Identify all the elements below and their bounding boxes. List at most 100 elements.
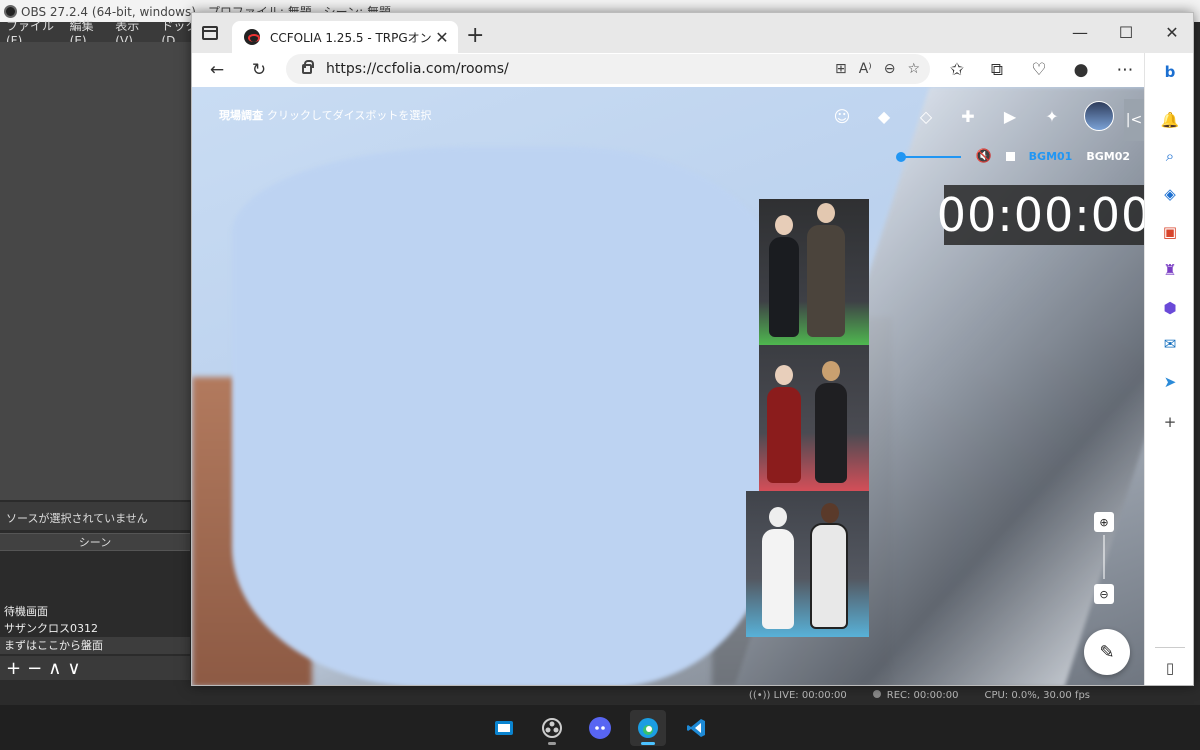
search-icon[interactable]: ⌕ [1159,145,1181,167]
volume-slider[interactable] [896,151,962,162]
profile-icon[interactable]: ● [1068,58,1094,82]
obs-rec-status: REC: 00:00:00 [872,689,958,701]
character-panel[interactable] [759,199,869,345]
taskbar-obs-icon[interactable] [534,710,570,746]
maximize-button[interactable]: ☐ [1103,13,1149,51]
zoom-icon[interactable]: ⊖ [884,61,896,77]
bgm01-button[interactable]: BGM01 [1029,150,1073,163]
edge-browser-window: CCFOLIA 1.25.5 - TRPGオンラインセ ✕ + — ☐ ✕ ← … [191,12,1194,686]
obs-scene-item[interactable]: 待機画面 [0,603,190,620]
character-figure [807,203,845,337]
tools-icon[interactable]: ▣ [1159,221,1181,243]
zoom-in-icon[interactable]: ⊕ [1094,512,1114,532]
add-comment-icon[interactable]: ✚ [958,106,978,126]
stop-icon[interactable] [1005,152,1015,161]
ccfolia-favicon-icon [244,29,260,45]
rec-dot-icon [872,689,881,698]
face-icon[interactable]: ☺ [832,106,852,126]
address-bar[interactable]: https://ccfolia.com/rooms/ ⊞ A⁾ ⊖ ☆ [286,54,930,84]
character-figure [810,503,848,629]
dicebot-instruction[interactable]: クリックしてダイスボットを選択 [267,109,431,122]
obs-scene-list: 待機画面 サザンクロス0312 まずはここから盤面 [0,551,190,655]
tab-actions-icon[interactable] [202,26,218,40]
lock-icon [302,60,314,74]
zoom-out-icon[interactable]: ⊖ [1094,584,1114,604]
add-scene-button[interactable]: + [6,658,21,679]
tab-title: CCFOLIA 1.25.5 - TRPGオンラインセ [270,30,432,45]
user-avatar[interactable] [1084,101,1114,131]
obs-menubar: ファイル(F) 編集(E) 表示(V) ドック(D [0,19,200,48]
browser-essentials-icon[interactable]: ♡ [1026,58,1052,82]
ccfolia-room-page[interactable]: 現場調査 クリックしてダイスボットを選択 ☺ ◆ ◇ ✚ ▶ ✦ |< 🔇 BGM… [192,87,1144,685]
taskbar-vscode-icon[interactable] [678,710,714,746]
obs-live-status: ((•)) LIVE: 00:00:00 [748,689,847,701]
obs-scene-item[interactable]: サザンクロス0312 [0,620,190,637]
office-icon[interactable]: ⬢ [1159,297,1181,319]
send-icon[interactable]: ➤ [1159,371,1181,393]
room-name: 現場調査 [219,109,263,122]
hide-sidebar-icon[interactable]: ▯ [1159,657,1181,679]
character-panel[interactable] [759,345,869,491]
read-aloud-icon[interactable]: A⁾ [859,61,872,77]
character-panel[interactable] [746,491,869,637]
bgm-controls: 🔇 BGM01 BGM02 [896,149,1130,164]
live-icon: ((•)) [748,689,774,701]
new-tab-button[interactable]: + [466,23,484,48]
apps-icon[interactable]: ⊞ [835,61,847,77]
room-toolbar: ☺ ◆ ◇ ✚ ▶ ✦ [832,101,1114,131]
favorites-icon[interactable]: ✩ [944,58,970,82]
browser-toolbar: ← ↻ https://ccfolia.com/rooms/ ⊞ A⁾ ⊖ ☆ … [192,53,1193,87]
taskbar-obs-studio-icon[interactable] [486,710,522,746]
favorite-star-icon[interactable]: ☆ [907,61,920,77]
back-arrow-icon[interactable]: ← [204,58,230,82]
taskbar-discord-icon[interactable] [582,710,618,746]
character-figure [762,507,794,629]
obs-scene-toolbar: + − ∧ ∨ [0,656,190,680]
sidebar-divider [1155,647,1185,648]
obs-cpu-status: CPU: 0.0%, 30.00 fps [984,689,1090,701]
collections-icon[interactable]: ⧉ [984,58,1010,82]
collapse-panel-icon[interactable]: |< [1124,99,1144,141]
url-text: https://ccfolia.com/rooms/ [326,61,509,77]
character-figure [815,361,847,483]
taskbar-edge-icon[interactable] [630,709,666,746]
edit-pencil-icon[interactable]: ✎ [1084,629,1130,675]
scene-movie-icon[interactable]: ✦ [1042,106,1062,126]
close-window-button[interactable]: ✕ [1149,13,1193,51]
layers-filled-icon[interactable]: ◆ [874,106,894,126]
minimize-button[interactable]: — [1057,13,1103,51]
character-figure [769,215,799,337]
outlook-icon[interactable]: ✉ [1159,333,1181,355]
more-menu-icon[interactable]: ⋯ [1112,58,1138,82]
obs-scene-item[interactable]: まずはここから盤面 [0,637,190,654]
obs-scenes-header: シーン [0,533,190,551]
address-bar-actions: ⊞ A⁾ ⊖ ☆ [835,54,920,84]
video-play-icon[interactable]: ▶ [1000,106,1020,126]
layers-outline-icon[interactable]: ◇ [916,106,936,126]
board-area[interactable] [232,147,772,685]
zoom-slider-track[interactable] [1103,535,1105,579]
taskbar [0,705,1200,750]
room-header: 現場調査 クリックしてダイスボットを選択 [219,107,431,123]
obs-no-source-message: ソースが選択されていません [0,502,190,530]
bgm02-button[interactable]: BGM02 [1086,150,1130,163]
move-scene-down-button[interactable]: ∨ [67,658,80,679]
remove-scene-button[interactable]: − [27,658,42,679]
window-controls: — ☐ ✕ [1057,13,1193,51]
obs-preview-area [0,42,200,500]
add-sidebar-app-icon[interactable]: + [1159,411,1181,433]
tab-close-icon[interactable]: ✕ [432,28,452,47]
refresh-icon[interactable]: ↻ [246,58,272,82]
volume-mute-icon[interactable]: 🔇 [975,149,991,164]
timer-display: 00:00:00 [937,185,1144,245]
active-tab[interactable]: CCFOLIA 1.25.5 - TRPGオンラインセ ✕ [232,21,458,53]
shopping-tag-icon[interactable]: ◈ [1159,183,1181,205]
move-scene-up-button[interactable]: ∧ [48,658,61,679]
tabstrip: CCFOLIA 1.25.5 - TRPGオンラインセ ✕ + — ☐ ✕ [192,13,1193,53]
edge-sidebar: b 🔔 ⌕ ◈ ▣ ♜ ⬢ ✉ ➤ + ▯ ⚙ [1144,53,1193,685]
character-figure [767,365,801,483]
games-icon[interactable]: ♜ [1159,259,1181,281]
obs-statusbar: ((•)) LIVE: 00:00:00 REC: 00:00:00 CPU: … [190,686,1200,704]
notification-bell-icon[interactable]: 🔔 [1159,109,1181,131]
bing-chat-icon[interactable]: b [1159,61,1181,83]
